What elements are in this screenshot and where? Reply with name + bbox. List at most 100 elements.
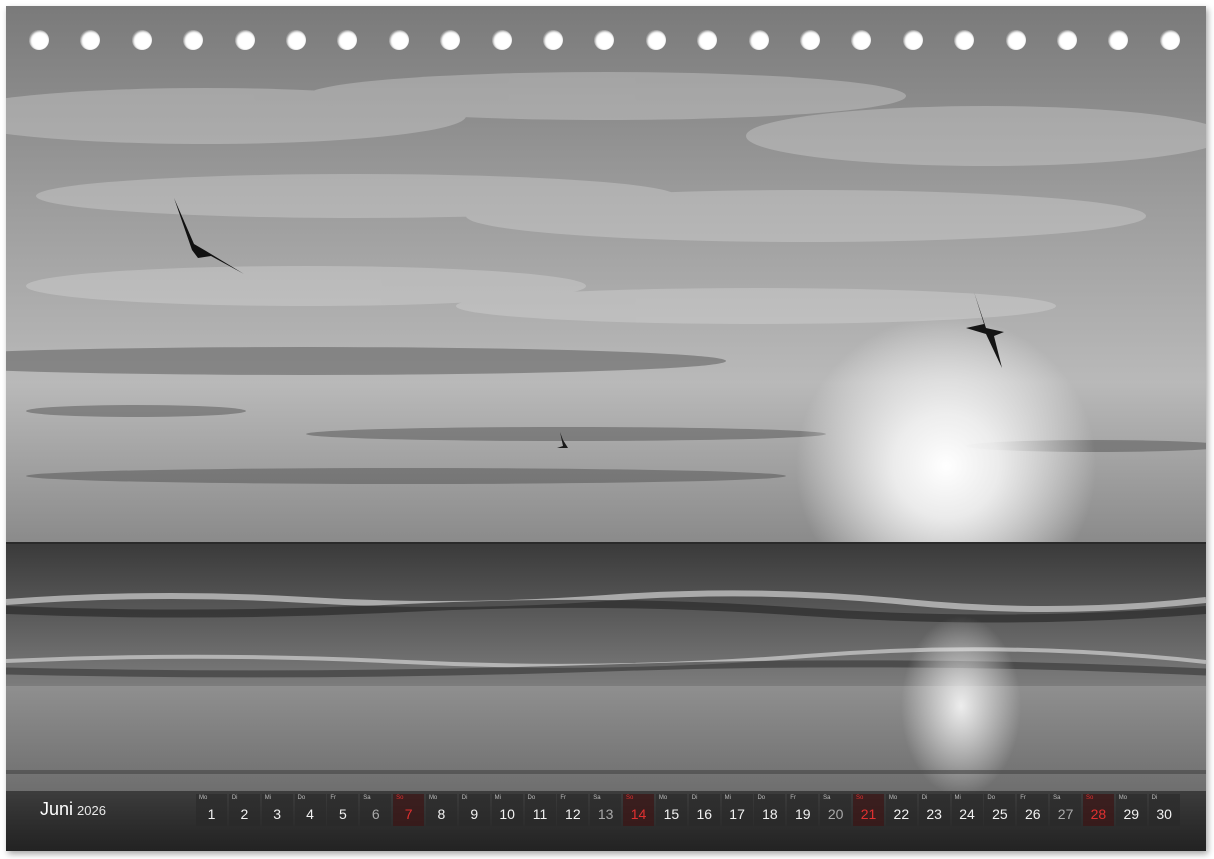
- day-number: 22: [893, 806, 910, 822]
- weekday-label: So: [396, 795, 404, 801]
- weekday-label: Di: [1151, 795, 1158, 801]
- day-number: 30: [1156, 806, 1172, 822]
- day-number: 8: [437, 806, 446, 822]
- calendar-day: Fr 5: [327, 794, 359, 826]
- binding-hole: [697, 30, 718, 50]
- weekday-label: Fr: [560, 795, 567, 801]
- day-number: 3: [273, 806, 282, 822]
- weekday-label: Do: [987, 795, 996, 801]
- calendar-day: Sa 13: [590, 794, 622, 826]
- month-title: Juni 2026: [40, 799, 106, 821]
- day-number: 25: [992, 806, 1008, 822]
- binding-hole: [80, 30, 101, 50]
- calendar-day: Do 25: [984, 794, 1016, 826]
- calendar-day: Mi 3: [261, 794, 293, 826]
- weekday-label: Sa: [363, 795, 371, 801]
- weekday-label: Do: [757, 795, 766, 801]
- calendar-day: Di 16: [688, 794, 720, 826]
- day-number: 20: [827, 806, 844, 822]
- binding-hole: [234, 30, 255, 50]
- day-number: 4: [306, 806, 314, 822]
- day-number: 19: [795, 806, 811, 822]
- binding-hole: [286, 30, 306, 50]
- day-number: 17: [729, 806, 745, 822]
- weekday-label: Do: [527, 795, 536, 801]
- calendar-day: Do 4: [294, 794, 326, 826]
- weekday-label: Mo: [428, 795, 438, 801]
- weekday-label: Fr: [790, 795, 796, 801]
- calendar-day: So 21: [853, 794, 884, 826]
- day-number: 21: [860, 806, 877, 822]
- calendar-day: Do 11: [524, 794, 556, 826]
- calendar-day: Sa 27: [1050, 794, 1082, 826]
- calendar-day: Mo 8: [425, 794, 457, 826]
- weekday-label: Mi: [954, 795, 961, 801]
- calendar-day: Fr 12: [557, 794, 589, 826]
- weekday-label: Di: [921, 795, 928, 801]
- day-number: 11: [532, 806, 548, 822]
- calendar-page: Juni 2026 Mo 1 Di 2 Mi 3 Do 4 Fr 5 Sa 6 So 7 Mo 8 Di 9 Mi 10…: [6, 6, 1206, 851]
- weekday-label: Mi: [724, 795, 731, 801]
- binding-hole: [594, 30, 615, 50]
- weekday-label: Mo: [888, 795, 898, 801]
- beach-sunset-photo: [6, 6, 1206, 851]
- day-number: 16: [696, 806, 713, 822]
- day-strip: Mo 1 Di 2 Mi 3 Do 4 Fr 5 Sa 6 So 7 Mo 8 Di 9 Mi 10 Do 11 Fr 12 S…: [196, 794, 1186, 830]
- binding-hole: [748, 30, 769, 50]
- day-number: 23: [926, 806, 942, 822]
- day-number: 28: [1090, 806, 1107, 822]
- calendar-day: Fr 19: [787, 794, 819, 826]
- calendar-day: Mo 29: [1115, 794, 1147, 826]
- binding-hole: [337, 30, 358, 50]
- day-number: 1: [207, 806, 216, 822]
- day-number: 9: [470, 806, 479, 822]
- calendar-day: Mi 17: [721, 794, 753, 826]
- binding-hole: [1005, 30, 1026, 50]
- day-number: 12: [565, 806, 581, 822]
- weekday-label: Di: [231, 795, 238, 801]
- weekday-label: So: [626, 795, 634, 801]
- day-number: 14: [630, 806, 647, 822]
- day-number: 6: [371, 806, 380, 822]
- weekday-label: Mo: [1118, 795, 1128, 801]
- weekday-label: Di: [461, 795, 468, 801]
- weekday-label: So: [1085, 795, 1094, 801]
- weekday-label: Fr: [1020, 795, 1026, 801]
- calendar-day: Fr 26: [1017, 794, 1049, 826]
- calendar-day: Mo 15: [655, 794, 687, 826]
- binding-hole: [388, 30, 409, 50]
- calendar-day: So 14: [623, 794, 655, 826]
- calendar-day: Di 30: [1148, 794, 1180, 826]
- month-name: Juni: [40, 799, 74, 819]
- weekday-label: Sa: [593, 795, 601, 801]
- binding-hole: [1057, 30, 1077, 50]
- weekday-label: So: [856, 795, 864, 801]
- calendar-day: Mi 10: [491, 794, 523, 826]
- day-number: 15: [663, 806, 680, 822]
- weekday-label: Mi: [494, 795, 501, 801]
- weekday-label: Fr: [330, 795, 337, 801]
- binding-hole: [902, 30, 923, 50]
- day-number: 26: [1024, 806, 1041, 822]
- weekday-label: Mi: [264, 795, 272, 801]
- calendar-day: So 28: [1082, 794, 1114, 826]
- calendar-day: Sa 20: [820, 794, 852, 826]
- calendar-day: Do 18: [754, 794, 786, 826]
- weekday-label: Sa: [823, 795, 831, 801]
- ring-binding-holes: [6, 30, 1206, 56]
- calendar-day: Sa 6: [360, 794, 392, 826]
- day-number: 29: [1123, 806, 1140, 822]
- binding-hole: [851, 30, 872, 50]
- binding-hole: [1108, 30, 1129, 50]
- weekday-label: Mo: [658, 795, 668, 801]
- binding-hole: [1159, 30, 1180, 50]
- day-number: 2: [240, 806, 249, 822]
- day-number: 10: [499, 806, 515, 822]
- binding-hole: [183, 30, 204, 50]
- day-number: 13: [597, 806, 614, 822]
- binding-hole: [29, 30, 49, 50]
- calendar-day: Mo 1: [196, 794, 227, 826]
- binding-hole: [645, 30, 666, 50]
- binding-hole: [491, 30, 512, 50]
- calendar-day: So 7: [393, 794, 425, 826]
